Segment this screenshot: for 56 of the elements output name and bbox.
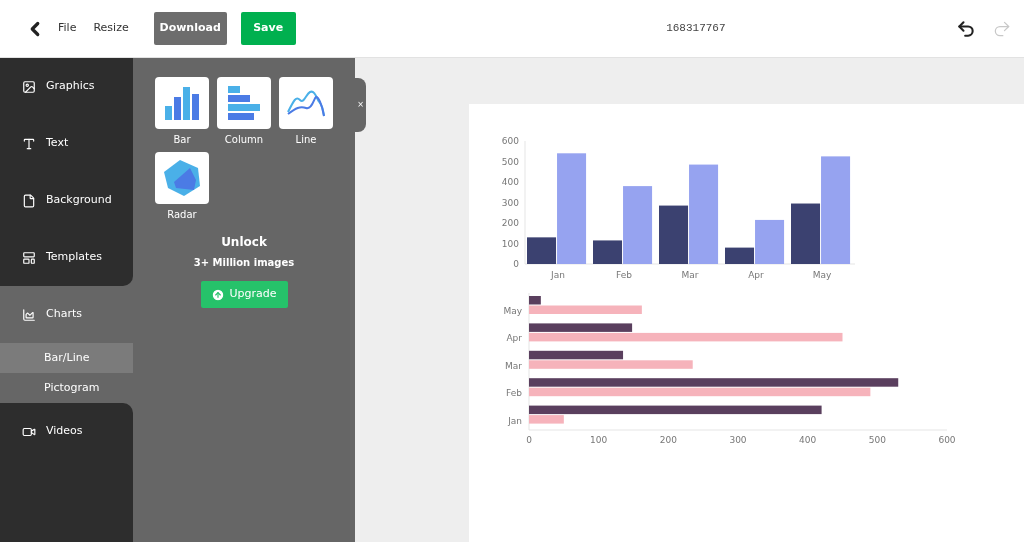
line-chart-icon (286, 88, 326, 118)
axis-category-label: Jan (508, 415, 522, 426)
sidebar-item[interactable]: Graphics (0, 58, 133, 115)
axis-category-label: Feb (506, 388, 522, 399)
column-chart-icon (227, 85, 261, 121)
undo-icon[interactable] (956, 18, 976, 39)
chart-type-label: Bar (173, 133, 191, 147)
axis-category-label: Apr (748, 270, 764, 280)
image-icon (22, 79, 36, 94)
file-icon (22, 193, 36, 208)
axis-category-label: May (812, 270, 832, 280)
sidebar-item[interactable]: Background (0, 172, 133, 229)
close-panel-tab[interactable]: × (355, 78, 366, 132)
axis-tick-label: 0 (526, 435, 532, 445)
axis-tick-label: 400 (799, 435, 817, 445)
axis-category-label: Mar (505, 360, 522, 371)
axis-tick-label: 300 (501, 197, 519, 208)
file-menu[interactable]: File (58, 20, 77, 37)
chart-type-label: Radar (167, 208, 197, 222)
axis-tick-label: 0 (513, 259, 519, 269)
chart-type-label: Column (224, 133, 264, 147)
chart-type-tile[interactable] (155, 77, 209, 129)
unlock-subtitle: 3+ Million images (193, 256, 295, 270)
text-icon (22, 136, 36, 151)
chart-type-tile[interactable] (155, 152, 209, 204)
download-button[interactable]: Download (153, 12, 227, 45)
axis-tick-label: 500 (868, 435, 886, 445)
unlock-title: Unlock (221, 234, 267, 251)
axis-tick-label: 200 (501, 218, 519, 228)
bar-chart-icon (164, 86, 200, 120)
document-title[interactable]: 168317767 (666, 20, 726, 37)
axis-tick-label: 600 (938, 435, 956, 445)
chart-type-tile[interactable] (279, 77, 333, 129)
axis-category-label: Jan (551, 270, 565, 280)
sidebar-item[interactable]: Videos (0, 403, 133, 460)
sidebar-subitem[interactable]: Bar/Line (0, 343, 133, 373)
axis-tick-label: 500 (501, 156, 519, 167)
axis-category-label: Feb (616, 270, 632, 280)
chart-icon (22, 307, 36, 322)
chart-type-tile[interactable] (217, 77, 271, 129)
layout-icon (22, 250, 36, 265)
arrow-up-icon (211, 287, 226, 302)
axis-tick-label: 100 (501, 238, 519, 249)
axis-tick-label: 100 (590, 435, 608, 445)
axis-tick-label: 300 (729, 435, 747, 445)
axis-tick-label: 600 (501, 136, 519, 146)
chart-type-label: Line (295, 133, 317, 147)
radar-chart-icon (162, 158, 202, 198)
axis-tick-label: 200 (659, 435, 677, 445)
axis-category-label: Apr (506, 333, 522, 344)
sidebar-item[interactable]: Text (0, 115, 133, 172)
axis-category-label: May (503, 306, 522, 316)
axis-tick-label: 400 (501, 177, 519, 187)
resize-menu[interactable]: Resize (93, 20, 129, 37)
sidebar-item[interactable]: Templates (0, 229, 133, 286)
axis-category-label: Mar (681, 270, 699, 280)
